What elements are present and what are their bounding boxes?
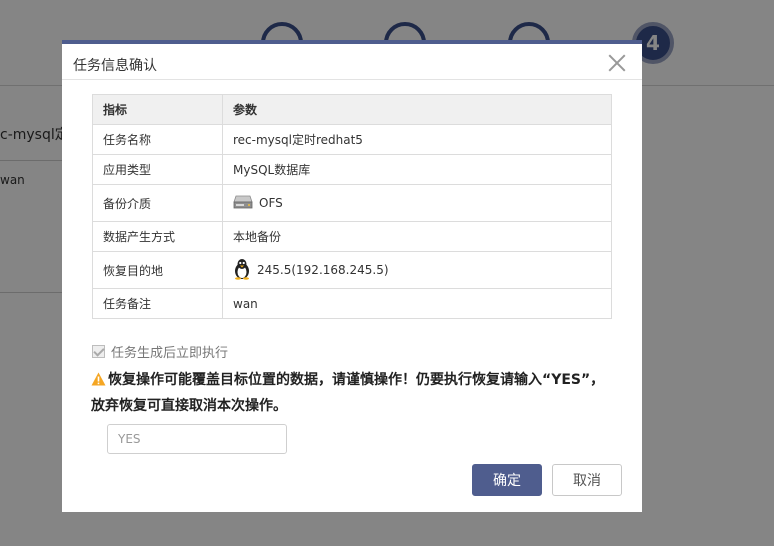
row-value: wan bbox=[222, 288, 612, 319]
row-value-cell: OFS bbox=[222, 184, 612, 222]
row-label: 数据产生方式 bbox=[92, 221, 223, 252]
execute-immediately-checkbox[interactable] bbox=[92, 345, 105, 358]
table-row: 任务备注 wan bbox=[92, 288, 612, 319]
row-value: 本地备份 bbox=[222, 221, 612, 252]
column-header-metric: 指标 bbox=[92, 94, 223, 125]
confirm-button[interactable]: 确定 bbox=[472, 464, 542, 496]
table-row: 数据产生方式 本地备份 bbox=[92, 221, 612, 252]
storage-drive-icon bbox=[233, 195, 253, 212]
linux-penguin-icon bbox=[233, 258, 251, 283]
row-value: OFS bbox=[259, 195, 283, 210]
table-row: 备份介质 OFS bbox=[92, 184, 612, 222]
table-row: 恢复目的地 245.5(192.168.245.5) bbox=[92, 251, 612, 289]
table-row: 任务名称 rec-mysql定时redhat5 bbox=[92, 124, 612, 155]
row-value-cell: 245.5(192.168.245.5) bbox=[222, 251, 612, 289]
table-row: 应用类型 MySQL数据库 bbox=[92, 154, 612, 185]
row-label: 应用类型 bbox=[92, 154, 223, 185]
cancel-button[interactable]: 取消 bbox=[552, 464, 622, 496]
task-confirm-dialog: 任务信息确认 指标 参数 任务名称 rec-mysql定时redhat5 应用类… bbox=[62, 40, 642, 512]
row-label: 任务名称 bbox=[92, 124, 223, 155]
column-header-parameter: 参数 bbox=[222, 94, 612, 125]
row-label: 恢复目的地 bbox=[92, 251, 223, 289]
warning-triangle-icon bbox=[91, 370, 106, 394]
dialog-title: 任务信息确认 bbox=[73, 58, 157, 74]
overwrite-warning: 恢复操作可能覆盖目标位置的数据，请谨慎操作！仍要执行恢复请输入“YES”，放弃恢… bbox=[91, 368, 611, 418]
dialog-header: 任务信息确认 bbox=[62, 44, 642, 80]
close-icon[interactable] bbox=[606, 52, 628, 74]
warning-text: 恢复操作可能覆盖目标位置的数据，请谨慎操作！仍要执行恢复请输入“YES”，放弃恢… bbox=[91, 372, 605, 414]
execute-immediately-option: 任务生成后立即执行 bbox=[92, 342, 228, 361]
task-info-table: 指标 参数 任务名称 rec-mysql定时redhat5 应用类型 MySQL… bbox=[92, 94, 612, 319]
row-value: MySQL数据库 bbox=[222, 154, 612, 185]
row-value: rec-mysql定时redhat5 bbox=[222, 124, 612, 155]
row-label: 任务备注 bbox=[92, 288, 223, 319]
row-value: 245.5(192.168.245.5) bbox=[257, 262, 389, 277]
row-label: 备份介质 bbox=[92, 184, 223, 222]
execute-immediately-label: 任务生成后立即执行 bbox=[111, 346, 229, 361]
confirm-yes-input[interactable] bbox=[107, 424, 287, 454]
table-header-row: 指标 参数 bbox=[92, 94, 612, 125]
